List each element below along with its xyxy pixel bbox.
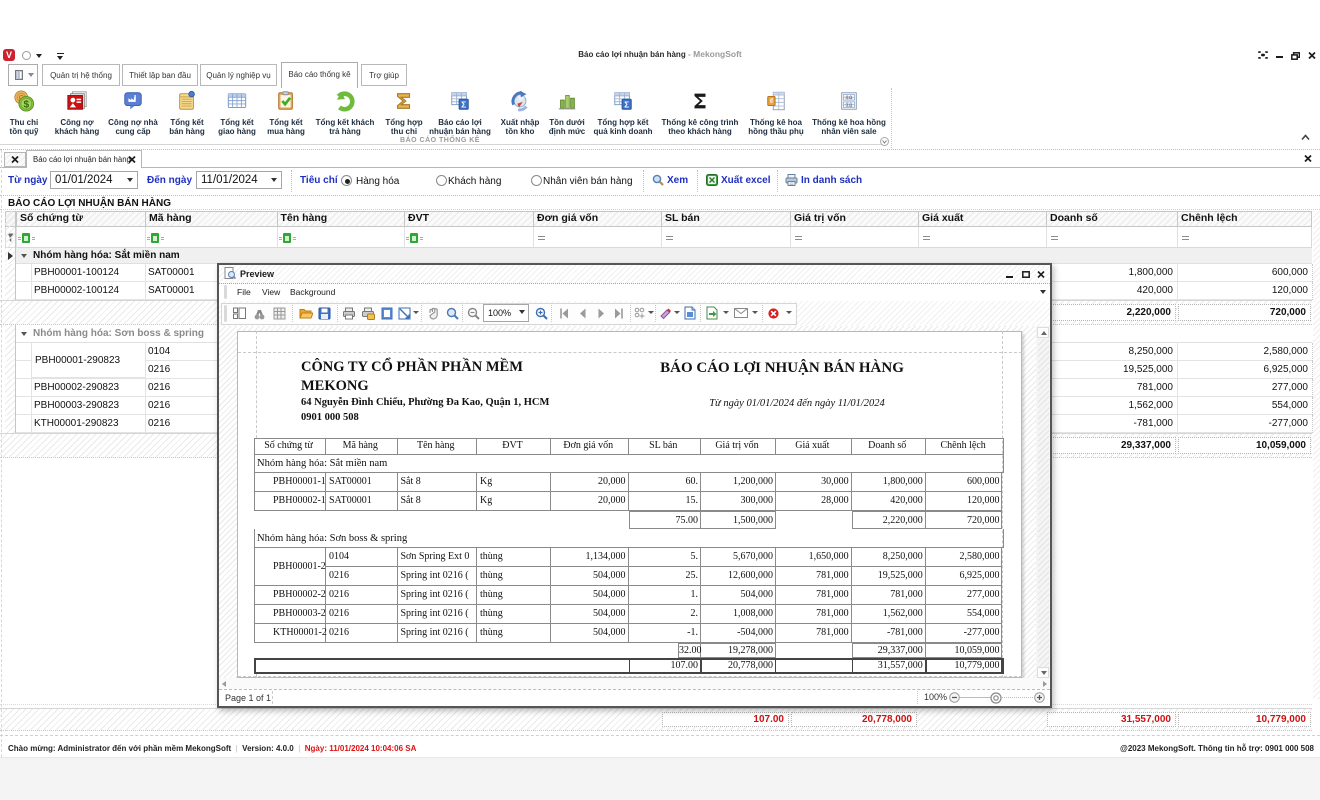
svg-text:311: 311 [845, 103, 853, 108]
svg-text:Σ: Σ [624, 100, 629, 109]
svg-text:311: 311 [845, 95, 853, 100]
svg-text:₫: ₫ [770, 98, 774, 105]
